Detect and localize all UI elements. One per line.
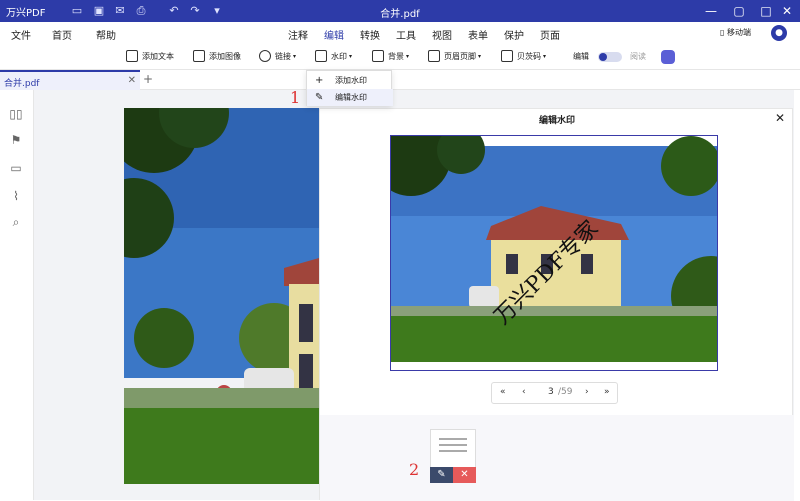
thumb-line (439, 444, 467, 446)
title-bar: 万兴PDF ▭ ▣ ✉ ⎙ ↶ ↷ ▾ 合并.pdf — ▢ □ ✕ (0, 0, 800, 22)
link-icon (259, 49, 271, 62)
read-mode-label: 阅读 (630, 52, 646, 61)
close-window-button[interactable]: ✕ (779, 3, 795, 19)
background-label: 背景 (388, 52, 404, 61)
edit-watermark-label: 编辑水印 (335, 93, 367, 102)
next-page-button[interactable]: › (585, 387, 589, 397)
left-sidebar: ▯▯ ⚑ ▭ ⌇ ⌕ (0, 90, 34, 500)
document-tab-bar: 合并.pdf ✕ (0, 70, 800, 90)
page-navigator: « ‹ 3 /59 › » (491, 382, 618, 404)
thumbnails-icon[interactable]: ▯▯ (8, 106, 24, 122)
document-tab-name: 合并.pdf (4, 79, 40, 89)
header-footer-button[interactable]: 页眉页脚 ▾ (428, 49, 482, 66)
right-scrollbar[interactable] (794, 90, 800, 500)
tab-convert[interactable]: 转换 (360, 27, 380, 42)
header-footer-caret-icon: ▾ (478, 53, 482, 60)
menu-bar: 文件 首页 帮助 注释 编辑 转换 工具 视图 表单 保护 页面 ▯ 移动端 (0, 22, 800, 46)
pencil-icon: ✎ (315, 92, 324, 103)
thumb-line (439, 438, 467, 440)
edit-watermark-dialog: 编辑水印 ✕ 万兴PDF专家 « ‹ 3 /59 › » ✎ ✕ (319, 108, 794, 501)
page-total: /59 (558, 387, 573, 397)
watermark-caret-icon: ▾ (349, 53, 353, 60)
annotation-number-1: 1 (290, 88, 301, 107)
watermark-label: 水印 (331, 52, 347, 61)
header-footer-label: 页眉页脚 (444, 52, 476, 61)
bates-label: 贝茨码 (517, 52, 541, 61)
window-title: 合并.pdf (380, 9, 420, 20)
annotation-number-2: 2 (409, 460, 420, 479)
tab-page[interactable]: 页面 (540, 27, 560, 42)
mobile-label: 移动端 (726, 28, 751, 37)
tab-tools[interactable]: 工具 (396, 27, 416, 42)
thumb-line (439, 450, 467, 452)
menu-file[interactable]: 文件 (11, 27, 31, 42)
comment-icon[interactable]: ▭ (8, 160, 24, 176)
add-image-button[interactable]: 添加图像 (193, 49, 241, 66)
add-text-label: 添加文本 (142, 52, 174, 61)
current-page-input[interactable]: 3 (548, 387, 554, 397)
tab-protect[interactable]: 保护 (504, 27, 524, 42)
edit-toolbar: 添加文本 添加图像 链接 ▾ 水印 ▾ 背景 ▾ 页眉页脚 ▾ 贝茨码 ▾ 编辑 阅读 (0, 44, 800, 70)
header-footer-icon (428, 49, 440, 62)
restore-button[interactable]: ▢ (731, 3, 747, 19)
watermark-preview: 万兴PDF专家 (371, 116, 751, 371)
background-caret-icon: ▾ (406, 53, 410, 60)
link-caret-icon: ▾ (293, 53, 297, 60)
link-button[interactable]: 链接 ▾ (259, 49, 297, 66)
bates-caret-icon: ▾ (543, 53, 547, 60)
dialog-title: 编辑水印 (538, 116, 575, 126)
tab-edit[interactable]: 编辑 (324, 27, 344, 46)
delete-template-icon[interactable]: ✕ (453, 467, 476, 483)
edit-mode-label: 编辑 (573, 52, 589, 61)
document-tab[interactable]: 合并.pdf ✕ (0, 70, 140, 90)
first-page-button[interactable]: « (500, 387, 506, 397)
template-actions: ✎ ✕ (430, 467, 476, 483)
bates-button[interactable]: 贝茨码 ▾ (501, 49, 547, 66)
watermark-button[interactable]: 水印 ▾ (315, 49, 353, 66)
settings-hex-icon[interactable] (661, 50, 675, 64)
close-icon[interactable]: ✕ (775, 111, 785, 125)
edit-read-toggle[interactable] (598, 52, 622, 62)
new-tab-icon[interactable]: + (143, 72, 153, 86)
text-icon (126, 49, 138, 62)
image-icon (193, 49, 205, 62)
add-text-button[interactable]: 添加文本 (126, 49, 174, 66)
user-avatar[interactable]: ● (771, 25, 787, 41)
last-page-button[interactable]: » (604, 387, 610, 397)
watermark-dropdown: + 添加水印 ✎ 编辑水印 (306, 70, 393, 106)
plus-icon: + (315, 75, 324, 86)
edit-template-icon[interactable]: ✎ (430, 467, 453, 483)
search-icon[interactable]: ⌕ (8, 214, 24, 230)
menu-help[interactable]: 帮助 (96, 27, 116, 42)
maximize-button[interactable]: □ (758, 3, 774, 19)
pdf-page-image (124, 108, 319, 484)
attachment-icon[interactable]: ⌇ (8, 188, 24, 204)
watermark-template-area: ✎ ✕ (320, 415, 794, 501)
link-label: 链接 (275, 52, 291, 61)
tab-view[interactable]: 视图 (432, 27, 452, 42)
prev-page-button[interactable]: ‹ (522, 387, 526, 397)
tab-form[interactable]: 表单 (468, 27, 488, 42)
watermark-icon (315, 49, 327, 62)
add-watermark-menu-item[interactable]: + 添加水印 (307, 72, 393, 89)
add-watermark-label: 添加水印 (335, 76, 367, 85)
tab-comment[interactable]: 注释 (288, 27, 308, 42)
background-icon (372, 49, 384, 62)
close-tab-icon[interactable]: ✕ (128, 75, 136, 86)
menu-home[interactable]: 首页 (52, 27, 72, 42)
background-button[interactable]: 背景 ▾ (372, 49, 410, 66)
bookmark-icon[interactable]: ⚑ (8, 132, 24, 148)
add-image-label: 添加图像 (209, 52, 241, 61)
minimize-button[interactable]: — (703, 3, 719, 19)
mobile-button[interactable]: ▯ 移动端 (720, 27, 751, 38)
edit-watermark-menu-item[interactable]: ✎ 编辑水印 (307, 89, 393, 106)
bates-icon (501, 49, 513, 62)
